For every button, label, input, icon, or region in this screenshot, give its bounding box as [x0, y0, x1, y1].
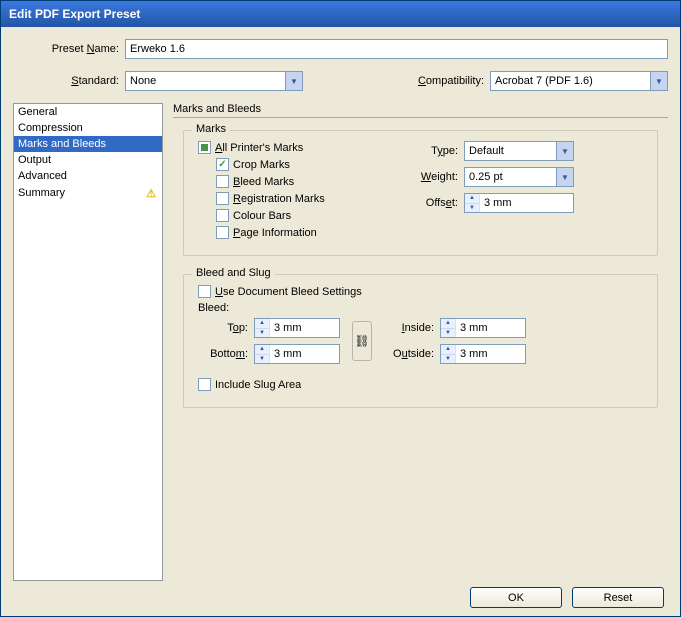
offset-value: 3 mm: [480, 194, 573, 212]
sidebar-item-summary[interactable]: Summary ⚠: [14, 184, 162, 202]
checkbox-icon: [198, 285, 211, 298]
bleed-outside-label: Outside:: [384, 348, 440, 360]
bleed-bottom-value: 3 mm: [270, 345, 339, 363]
check-registration-marks[interactable]: Registration Marks: [216, 192, 388, 205]
bleed-top-label: Top:: [198, 322, 254, 334]
chevron-down-icon: ▼: [556, 142, 573, 160]
button-bar: OK Reset: [13, 581, 668, 608]
offset-label: Offset:: [408, 197, 464, 209]
weight-select[interactable]: 0.25 pt ▼: [464, 167, 574, 187]
standard-value: None: [130, 75, 156, 87]
bleed-label: Bleed:: [198, 302, 643, 314]
sidebar-item-marks-bleeds[interactable]: Marks and Bleeds: [14, 136, 162, 152]
group-bleed-title: Bleed and Slug: [192, 267, 275, 279]
checkbox-icon: [216, 158, 229, 171]
spinner-arrows-icon[interactable]: ▲▼: [255, 345, 270, 363]
checkbox-icon: [216, 192, 229, 205]
bleed-bottom-spinner[interactable]: ▲▼ 3 mm: [254, 344, 340, 364]
sidebar-item-advanced[interactable]: Advanced: [14, 168, 162, 184]
type-select[interactable]: Default ▼: [464, 141, 574, 161]
bleed-inside-value: 3 mm: [456, 319, 525, 337]
bleed-grid: Top: ▲▼ 3 mm Bottom: ▲▼ 3 mm: [198, 318, 643, 364]
check-all-printers[interactable]: All Printer's Marks: [198, 141, 388, 154]
checkbox-icon: [216, 226, 229, 239]
checkbox-icon: [198, 378, 211, 391]
standard-compat-row: Standard: None ▼ Compatibility: Acrobat …: [13, 71, 668, 91]
category-sidebar: General Compression Marks and Bleeds Out…: [13, 103, 163, 581]
chevron-down-icon: ▼: [650, 72, 667, 90]
check-use-doc-bleed[interactable]: Use Document Bleed Settings: [198, 285, 643, 298]
compatibility-label: Compatibility:: [418, 75, 490, 87]
standard-label: Standard:: [13, 75, 125, 87]
chevron-down-icon: ▼: [556, 168, 573, 186]
checkbox-icon: [216, 209, 229, 222]
checkbox-icon: [198, 141, 211, 154]
compatibility-value: Acrobat 7 (PDF 1.6): [495, 75, 593, 87]
check-colour-bars[interactable]: Colour Bars: [216, 209, 388, 222]
weight-label: Weight:: [408, 171, 464, 183]
panel-title: Marks and Bleeds: [173, 103, 668, 118]
dialog-content: Preset Name: Standard: None ▼ Compatibil…: [1, 27, 680, 616]
spinner-arrows-icon[interactable]: ▲▼: [465, 194, 480, 212]
standard-select[interactable]: None ▼: [125, 71, 303, 91]
spinner-arrows-icon[interactable]: ▲▼: [441, 345, 456, 363]
checkbox-icon: [216, 175, 229, 188]
compatibility-select[interactable]: Acrobat 7 (PDF 1.6) ▼: [490, 71, 668, 91]
dialog-window: Edit PDF Export Preset Preset Name: Stan…: [0, 0, 681, 617]
marks-checks: All Printer's Marks Crop Marks Bleed Mar…: [198, 141, 388, 243]
sidebar-item-output[interactable]: Output: [14, 152, 162, 168]
spinner-arrows-icon[interactable]: ▲▼: [441, 319, 456, 337]
check-include-slug[interactable]: Include Slug Area: [198, 378, 643, 391]
bleed-top-value: 3 mm: [270, 319, 339, 337]
offset-spinner[interactable]: ▲▼ 3 mm: [464, 193, 574, 213]
type-label: Type:: [408, 145, 464, 157]
weight-value: 0.25 pt: [469, 171, 503, 183]
check-crop-marks[interactable]: Crop Marks: [216, 158, 388, 171]
bleed-inside-spinner[interactable]: ▲▼ 3 mm: [440, 318, 526, 338]
bleed-inside-label: Inside:: [384, 322, 440, 334]
marks-fields: Type: Default ▼ Weight: 0.25 pt: [408, 141, 643, 243]
bleed-bottom-label: Bottom:: [198, 348, 254, 360]
preset-name-label: Preset Name:: [13, 43, 125, 55]
type-value: Default: [469, 145, 504, 157]
panel-marks-bleeds: Marks and Bleeds Marks All Printer's Mar…: [173, 103, 668, 581]
link-values-icon[interactable]: ⛓: [352, 321, 372, 361]
bleed-top-spinner[interactable]: ▲▼ 3 mm: [254, 318, 340, 338]
warning-icon: ⚠: [144, 186, 158, 200]
check-bleed-marks[interactable]: Bleed Marks: [216, 175, 388, 188]
preset-name-row: Preset Name:: [13, 39, 668, 59]
reset-button[interactable]: Reset: [572, 587, 664, 608]
window-title: Edit PDF Export Preset: [9, 7, 140, 21]
spinner-arrows-icon[interactable]: ▲▼: [255, 319, 270, 337]
sidebar-item-label: Summary: [18, 187, 65, 199]
ok-button[interactable]: OK: [470, 587, 562, 608]
titlebar: Edit PDF Export Preset: [1, 1, 680, 27]
sidebar-item-general[interactable]: General: [14, 104, 162, 120]
group-bleed-slug: Bleed and Slug Use Document Bleed Settin…: [183, 274, 658, 408]
chevron-down-icon: ▼: [285, 72, 302, 90]
preset-name-input[interactable]: [125, 39, 668, 59]
bleed-outside-value: 3 mm: [456, 345, 525, 363]
group-marks: Marks All Printer's Marks Crop Marks: [183, 130, 658, 256]
sidebar-item-compression[interactable]: Compression: [14, 120, 162, 136]
main-area: General Compression Marks and Bleeds Out…: [13, 103, 668, 581]
bleed-outside-spinner[interactable]: ▲▼ 3 mm: [440, 344, 526, 364]
check-page-info[interactable]: Page Information: [216, 226, 388, 239]
group-marks-title: Marks: [192, 123, 230, 135]
